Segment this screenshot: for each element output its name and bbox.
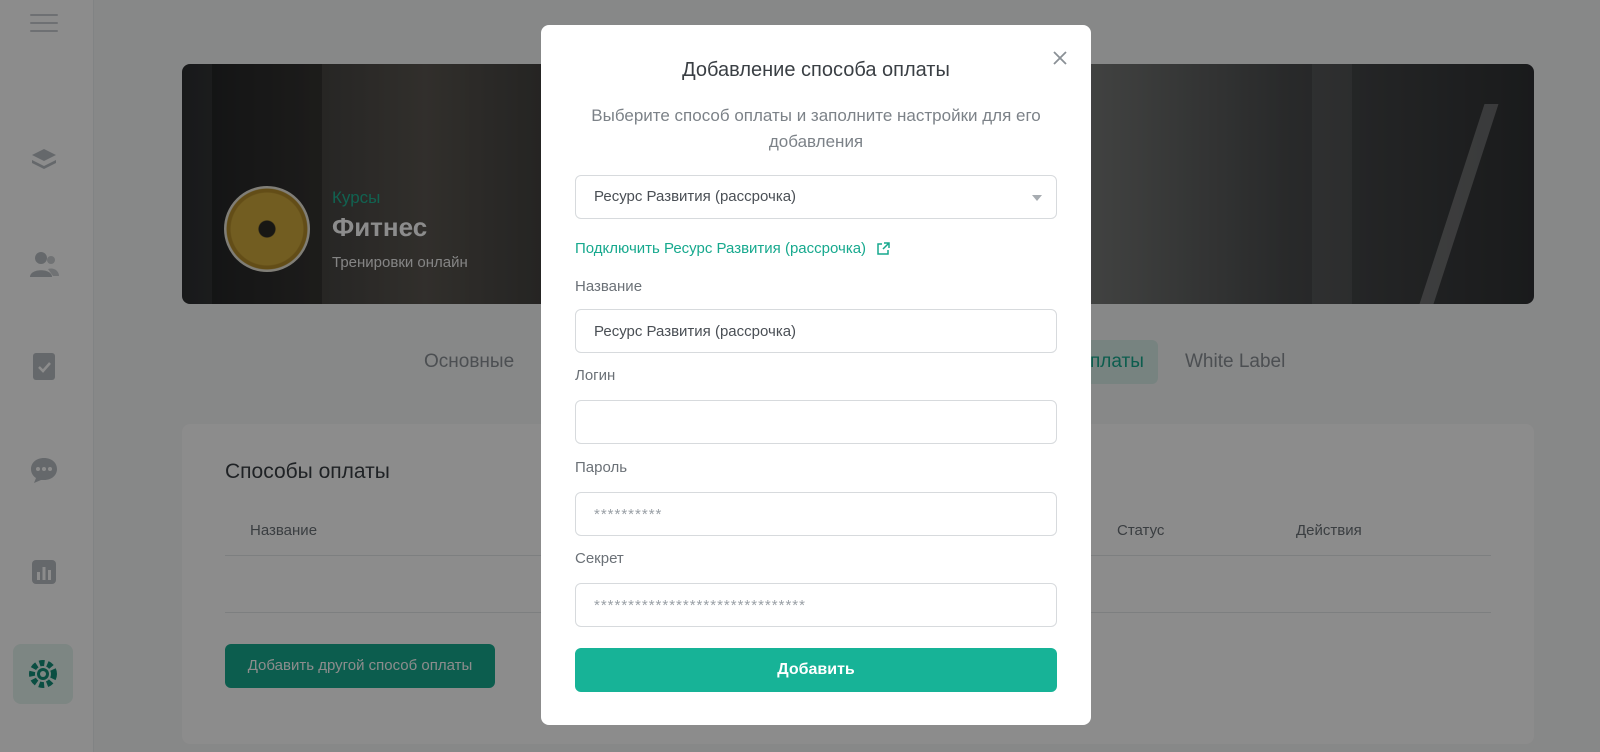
chevron-down-icon	[1032, 195, 1042, 201]
password-input[interactable]	[575, 492, 1057, 536]
name-input[interactable]	[575, 309, 1057, 353]
external-link-icon	[877, 241, 890, 255]
add-button[interactable]: Добавить	[575, 648, 1057, 692]
connect-method-link[interactable]: Подключить Ресурс Развития (рассрочка)	[575, 240, 890, 257]
add-payment-modal: Добавление способа оплаты Выберите спосо…	[541, 25, 1091, 725]
modal-description: Выберите способ оплаты и заполните настр…	[591, 106, 1041, 151]
secret-input[interactable]	[575, 583, 1057, 627]
login-input[interactable]	[575, 400, 1057, 444]
password-label: Пароль	[575, 459, 628, 476]
name-label: Название	[575, 278, 643, 295]
login-label: Логин	[575, 367, 616, 384]
payment-method-selected: Ресурс Развития (рассрочка)	[594, 188, 797, 205]
connect-link-label: Подключить Ресурс Развития (рассрочка)	[575, 240, 867, 257]
secret-label: Секрет	[575, 550, 624, 567]
modal-title: Добавление способа оплаты	[682, 59, 950, 81]
payment-method-select[interactable]: Ресурс Развития (рассрочка)	[575, 175, 1057, 219]
